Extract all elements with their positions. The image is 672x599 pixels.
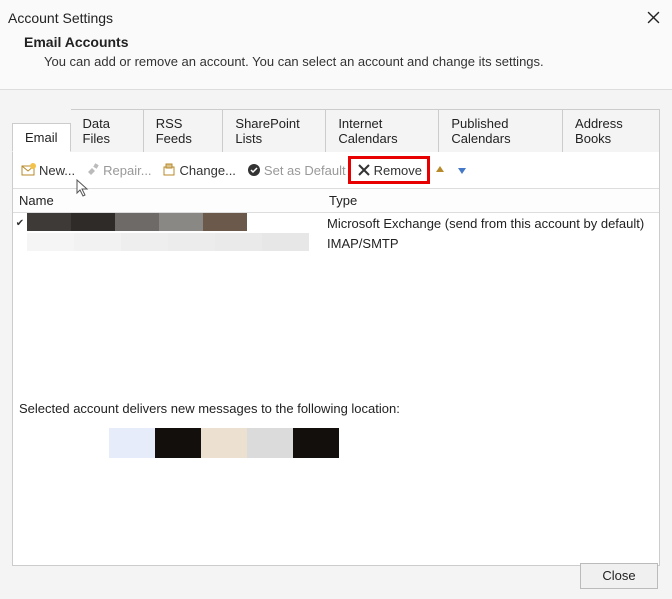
repair-icon — [85, 162, 101, 178]
delivery-location-label: Selected account delivers new messages t… — [19, 401, 653, 416]
titlebar: Account Settings — [0, 0, 672, 26]
move-down-button[interactable] — [454, 162, 470, 178]
tab-internet-calendars[interactable]: Internet Calendars — [326, 109, 439, 152]
account-type: IMAP/SMTP — [323, 236, 659, 251]
repair-account-button[interactable]: Repair... — [81, 160, 155, 180]
tab-email[interactable]: Email — [12, 123, 71, 152]
tab-strip: Email Data Files RSS Feeds SharePoint Li… — [12, 108, 660, 152]
account-row[interactable]: ✔ Microsoft Exchange (send from this acc… — [13, 213, 659, 233]
accounts-toolbar: New... Repair... Change... — [13, 152, 659, 188]
header-description: You can add or remove an account. You ca… — [24, 54, 664, 69]
delivery-location-section: Selected account delivers new messages t… — [13, 383, 659, 458]
tab-rss-feeds[interactable]: RSS Feeds — [144, 109, 224, 152]
header-block: Email Accounts You can add or remove an … — [0, 26, 672, 90]
change-label: Change... — [180, 163, 236, 178]
close-icon — [647, 11, 660, 24]
new-mail-icon — [21, 162, 37, 178]
new-account-button[interactable]: New... — [17, 160, 79, 180]
column-header-name[interactable]: Name — [13, 189, 323, 212]
set-default-label: Set as Default — [264, 163, 346, 178]
dialog-close-button[interactable] — [644, 8, 662, 26]
change-account-button[interactable]: Change... — [158, 160, 240, 180]
account-name-redacted — [27, 233, 323, 253]
arrow-down-icon — [456, 164, 468, 176]
dialog-footer: Close — [580, 563, 658, 589]
default-check-icon: ✔ — [13, 218, 27, 229]
dialog-body: Email Data Files RSS Feeds SharePoint Li… — [0, 90, 672, 566]
move-up-button[interactable] — [432, 162, 448, 178]
repair-label: Repair... — [103, 163, 151, 178]
remove-label: Remove — [374, 163, 422, 178]
accounts-list-header: Name Type — [13, 188, 659, 213]
tab-published-calendars[interactable]: Published Calendars — [439, 109, 563, 152]
check-circle-icon — [246, 162, 262, 178]
account-settings-dialog: Account Settings Email Accounts You can … — [0, 0, 672, 599]
arrow-up-icon — [434, 164, 446, 176]
delivery-location-value-redacted — [109, 428, 653, 458]
header-title: Email Accounts — [24, 34, 664, 50]
tab-address-books[interactable]: Address Books — [563, 109, 660, 152]
remove-icon — [356, 162, 372, 178]
set-default-button[interactable]: Set as Default — [242, 160, 350, 180]
accounts-list: ✔ Microsoft Exchange (send from this acc… — [13, 213, 659, 383]
column-header-type[interactable]: Type — [323, 189, 659, 212]
dialog-title: Account Settings — [8, 8, 113, 26]
tab-sharepoint-lists[interactable]: SharePoint Lists — [223, 109, 326, 152]
close-button[interactable]: Close — [580, 563, 658, 589]
email-tab-panel: New... Repair... Change... — [12, 152, 660, 566]
account-name-redacted — [27, 213, 323, 233]
account-type: Microsoft Exchange (send from this accou… — [323, 216, 659, 231]
account-row[interactable]: IMAP/SMTP — [13, 233, 659, 253]
remove-account-button[interactable]: Remove — [352, 160, 426, 180]
change-icon — [162, 162, 178, 178]
new-label: New... — [39, 163, 75, 178]
tab-data-files[interactable]: Data Files — [71, 109, 144, 152]
